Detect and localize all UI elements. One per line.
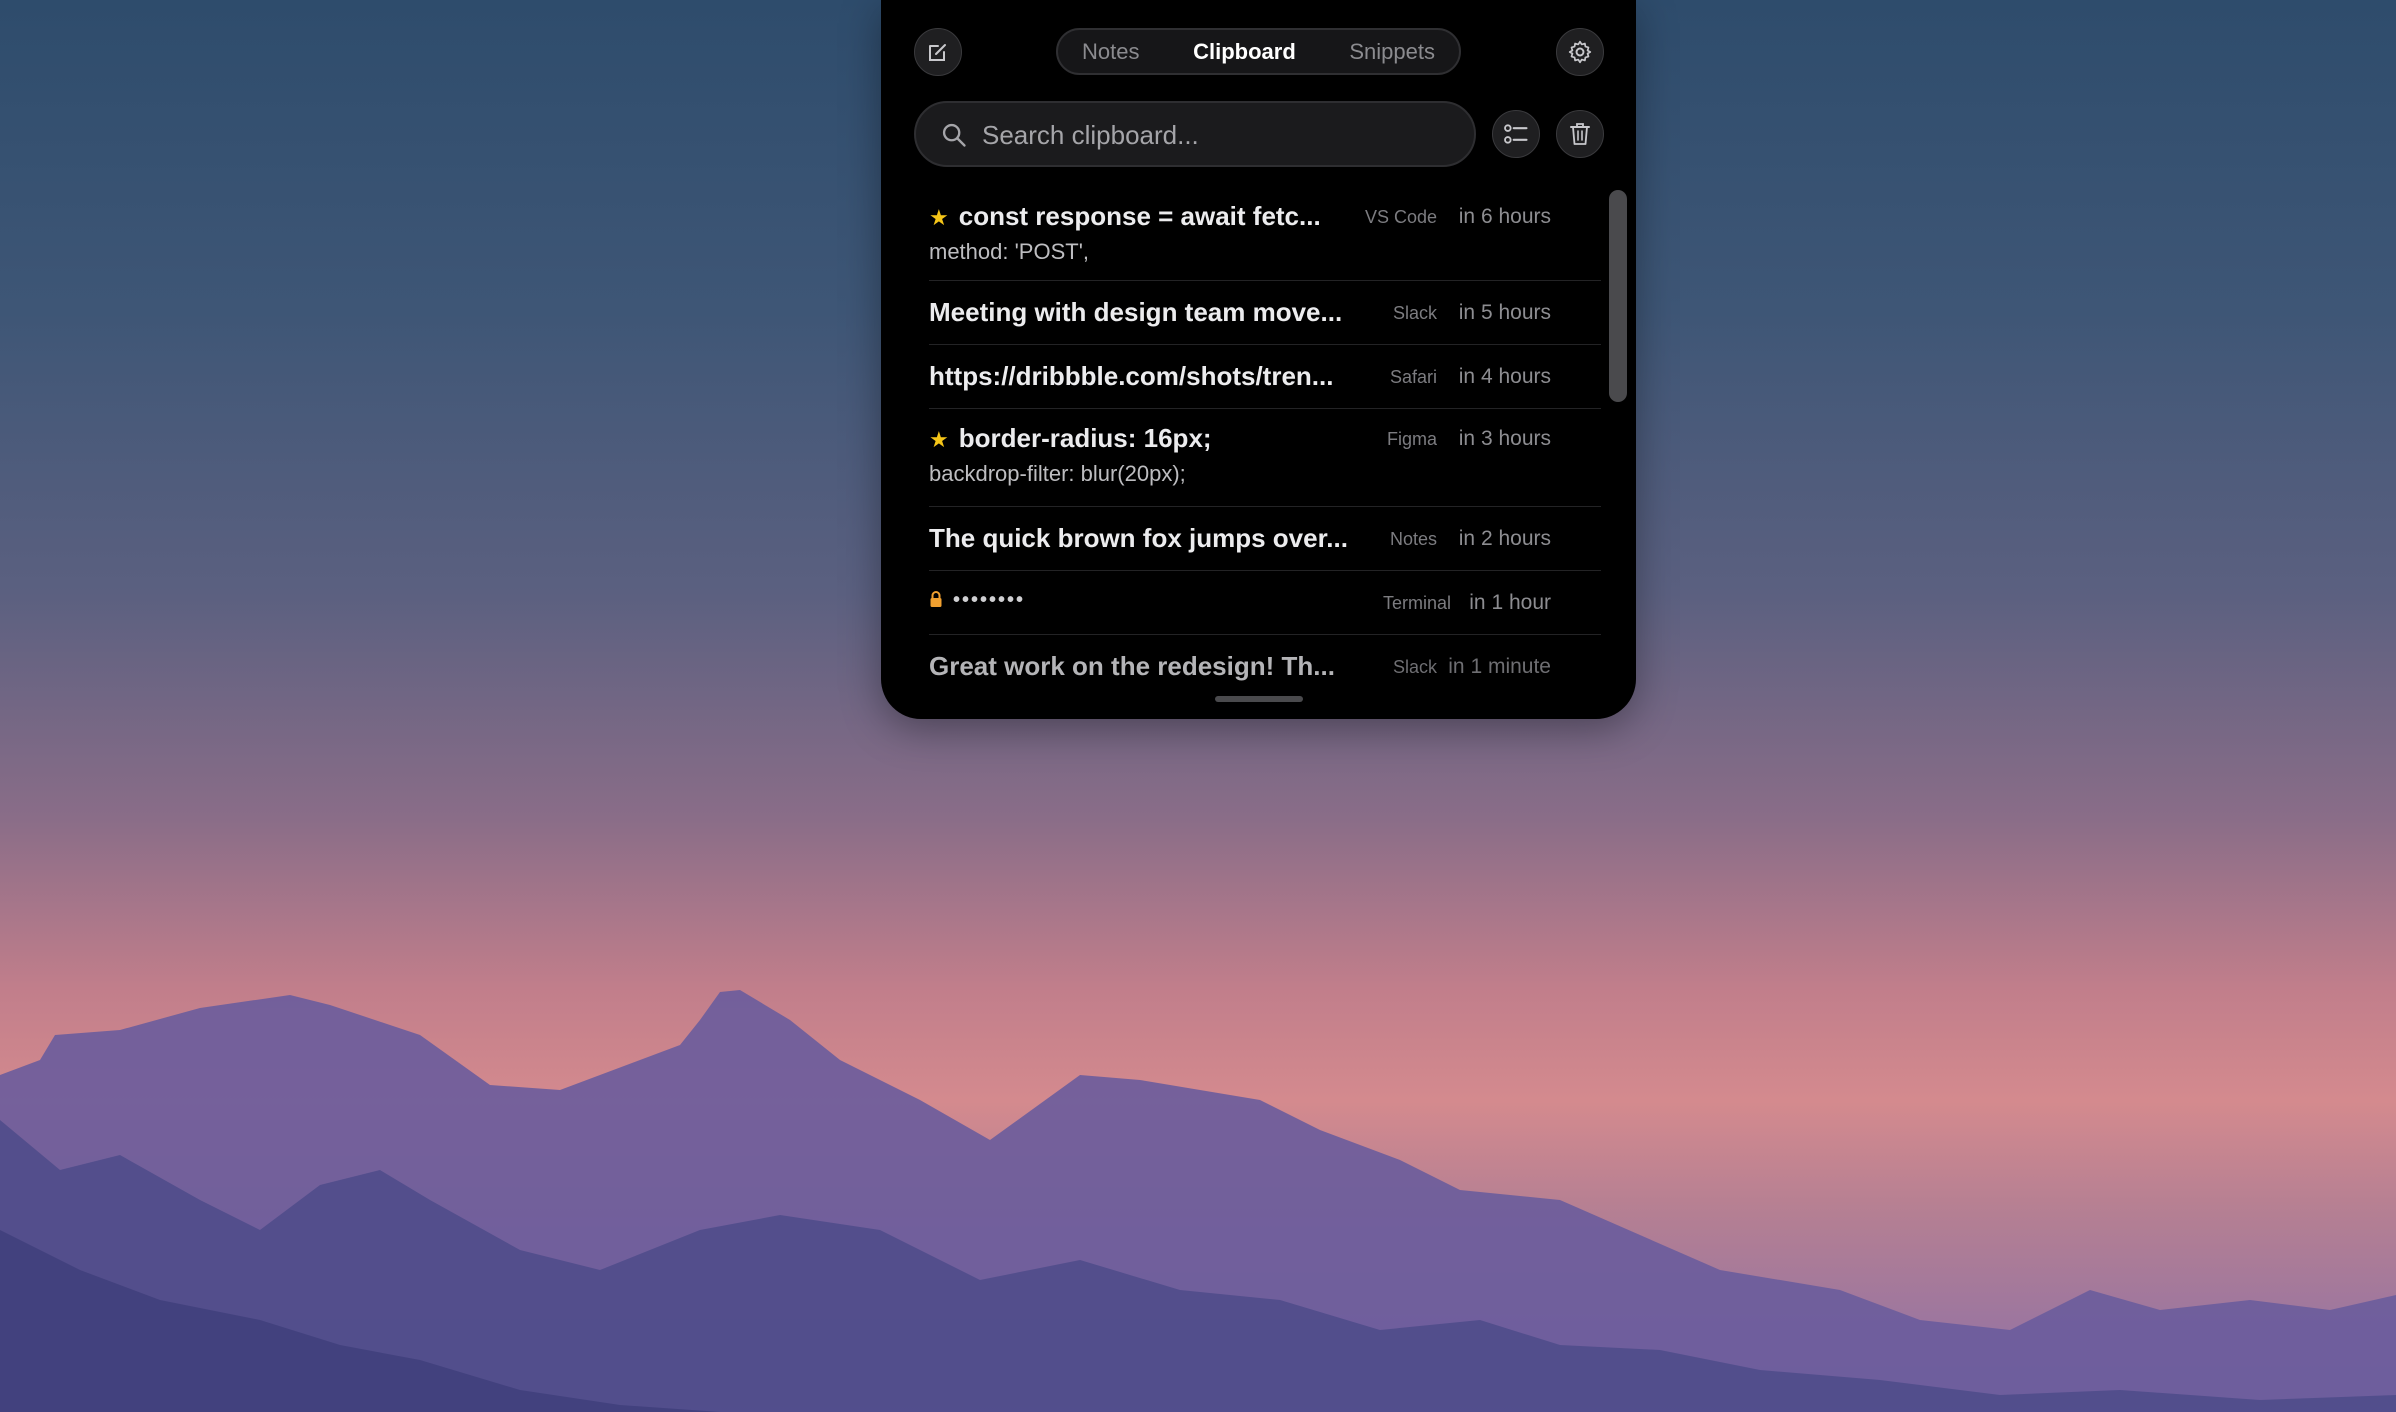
clip-row[interactable]: The quick brown fox jumps over... Notes … bbox=[929, 513, 1601, 573]
clip-time: in 6 hours bbox=[1458, 205, 1551, 228]
divider bbox=[929, 280, 1601, 281]
star-icon[interactable]: ★ bbox=[929, 205, 949, 230]
clip-preview: method: 'POST', bbox=[929, 239, 1090, 264]
trash-icon bbox=[1570, 123, 1590, 145]
clip-title: https://dribbble.com/shots/tren... bbox=[929, 361, 1334, 391]
clip-preview: backdrop-filter: blur(20px); bbox=[929, 461, 1186, 486]
settings-button[interactable] bbox=[1556, 28, 1604, 76]
clip-title: Great work on the redesign! Th... bbox=[929, 651, 1335, 681]
search-bar bbox=[914, 101, 1476, 167]
clip-title: Meeting with design team move... bbox=[929, 297, 1343, 327]
clip-row[interactable]: https://dribbble.com/shots/tren... Safar… bbox=[929, 351, 1601, 411]
clipboard-panel: Notes Clipboard Snippets Search clipboar… bbox=[881, 0, 1636, 719]
gear-icon bbox=[1568, 40, 1592, 64]
star-icon[interactable]: ★ bbox=[929, 427, 949, 452]
scrollbar-thumb[interactable] bbox=[1609, 190, 1627, 402]
source-app: Safari bbox=[1389, 367, 1437, 387]
clip-title: border-radius: 16px; bbox=[958, 423, 1212, 453]
clip-time: in 5 hours bbox=[1458, 301, 1551, 324]
clip-list: ★ const response = await fetc... method: … bbox=[881, 185, 1601, 685]
divider bbox=[929, 634, 1601, 635]
select-mode-button[interactable] bbox=[1492, 110, 1540, 158]
source-app: Slack bbox=[1392, 303, 1437, 323]
search-icon bbox=[942, 123, 966, 147]
tab-notes[interactable]: Notes bbox=[1082, 39, 1139, 65]
divider bbox=[929, 570, 1601, 571]
source-app: Notes bbox=[1389, 529, 1437, 549]
clip-time: in 2 hours bbox=[1458, 527, 1551, 550]
clip-time: in 4 hours bbox=[1458, 365, 1551, 388]
search-input[interactable] bbox=[980, 103, 1454, 167]
view-tabs: Notes Clipboard Snippets bbox=[1056, 28, 1461, 75]
lock-icon bbox=[930, 591, 942, 607]
clip-row[interactable]: •••••••• Terminal in 1 hour bbox=[929, 577, 1601, 637]
clip-row[interactable]: Meeting with design team move... Slack i… bbox=[929, 287, 1601, 347]
clip-row[interactable]: ★ const response = await fetc... method: … bbox=[929, 193, 1601, 283]
tab-clipboard[interactable]: Clipboard bbox=[1193, 39, 1296, 65]
clip-row[interactable]: ★ border-radius: 16px; backdrop-filter: b… bbox=[929, 415, 1601, 505]
clip-time: in 1 minute bbox=[1448, 655, 1551, 678]
resize-grabber[interactable] bbox=[1215, 696, 1303, 702]
clip-time: in 3 hours bbox=[1458, 427, 1551, 450]
compose-icon bbox=[929, 44, 946, 61]
source-app: Slack bbox=[1392, 657, 1437, 677]
source-app: Terminal bbox=[1382, 593, 1451, 613]
clear-history-button[interactable] bbox=[1556, 110, 1604, 158]
tab-snippets[interactable]: Snippets bbox=[1349, 39, 1435, 65]
clip-time: in 1 hour bbox=[1469, 591, 1551, 614]
clip-title: The quick brown fox jumps over... bbox=[929, 523, 1348, 553]
masked-content: •••••••• bbox=[953, 589, 1026, 611]
divider bbox=[929, 408, 1601, 409]
checklist-icon bbox=[1504, 124, 1528, 144]
new-note-button[interactable] bbox=[914, 28, 962, 76]
divider bbox=[929, 344, 1601, 345]
clip-title: const response = await fetc... bbox=[958, 201, 1321, 231]
source-app: Figma bbox=[1386, 429, 1437, 449]
clip-row[interactable]: Great work on the redesign! Th... Slack … bbox=[929, 641, 1601, 685]
source-app: VS Code bbox=[1364, 207, 1437, 227]
divider bbox=[929, 506, 1601, 507]
